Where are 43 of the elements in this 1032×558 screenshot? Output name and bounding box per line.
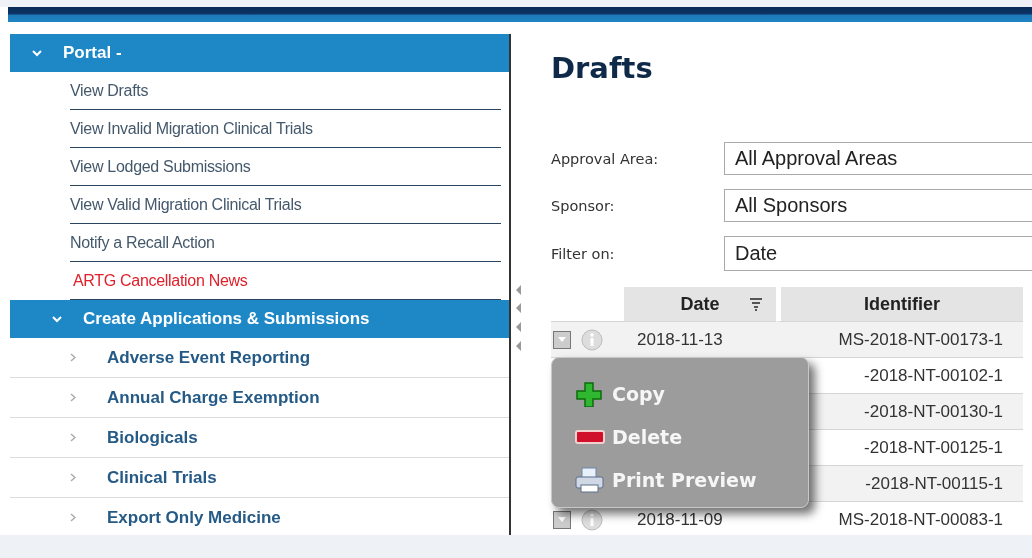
menu-item[interactable]: Annual Charge Exemption [10, 378, 509, 418]
table-cell: -2018-NT-00115-1 [865, 473, 1003, 493]
menu-label: Clinical Trials [107, 467, 217, 488]
caret-icon [558, 517, 566, 522]
column-header[interactable]: Identifier [864, 293, 940, 315]
filter-icon[interactable] [750, 298, 762, 311]
caret-icon [558, 337, 566, 342]
section-header[interactable]: Create Applications & Submissions [10, 300, 509, 338]
row-menu-button[interactable] [553, 510, 571, 529]
collapse-handle-icon[interactable] [515, 285, 523, 351]
filter-label: Filter on: [551, 245, 615, 262]
menu-item[interactable]: Biologicals [10, 418, 509, 458]
menu-item[interactable]: Clinical Trials [10, 458, 509, 498]
table-cell: MS-2018-NT-00083-1 [838, 509, 1003, 529]
section-title: Portal - [63, 43, 122, 63]
column-header[interactable]: Date [680, 293, 720, 315]
table-cell: MS-2018-NT-00173-1 [838, 329, 1003, 349]
table-cell-text: 2018-11-09 [636, 509, 723, 529]
menu-link[interactable]: View Drafts [70, 72, 501, 110]
page-title: Drafts [551, 50, 653, 87]
row-menu-button[interactable] [553, 330, 571, 349]
info-icon[interactable] [581, 508, 603, 531]
dropdown-field[interactable]: All Sponsors [724, 189, 1032, 222]
filter-label: Sponsor: [551, 197, 615, 214]
menu-item[interactable]: Adverse Event Reporting [10, 338, 509, 378]
menu-label: Annual Charge Exemption [107, 387, 320, 408]
dropdown-field[interactable]: All Approval Areas [724, 142, 1032, 175]
menu-label: Biologicals [107, 427, 198, 448]
menu-label: Export Only Medicine [107, 507, 281, 528]
menu-link[interactable]: View Valid Migration Clinical Trials [70, 186, 501, 224]
table-cell: -2018-NT-00130-1 [864, 401, 1003, 421]
section-title: Create Applications & Submissions [83, 309, 370, 329]
dropdown-field[interactable]: Date [724, 236, 1032, 271]
filter-label: Approval Area: [551, 150, 659, 167]
table-cell: -2018-NT-00102-1 [864, 365, 1003, 385]
menu-label: Adverse Event Reporting [107, 347, 311, 368]
table-cell: -2018-NT-00125-1 [864, 437, 1003, 457]
menu-link[interactable]: Notify a Recall Action [70, 224, 501, 262]
table-cell-text: 2018-11-13 [636, 329, 723, 349]
menu-link[interactable]: View Lodged Submissions [70, 148, 501, 186]
printer-icon [574, 466, 606, 493]
menu-link[interactable]: View Invalid Migration Clinical Trials [70, 110, 501, 148]
section-header[interactable]: Portal - [10, 34, 509, 72]
